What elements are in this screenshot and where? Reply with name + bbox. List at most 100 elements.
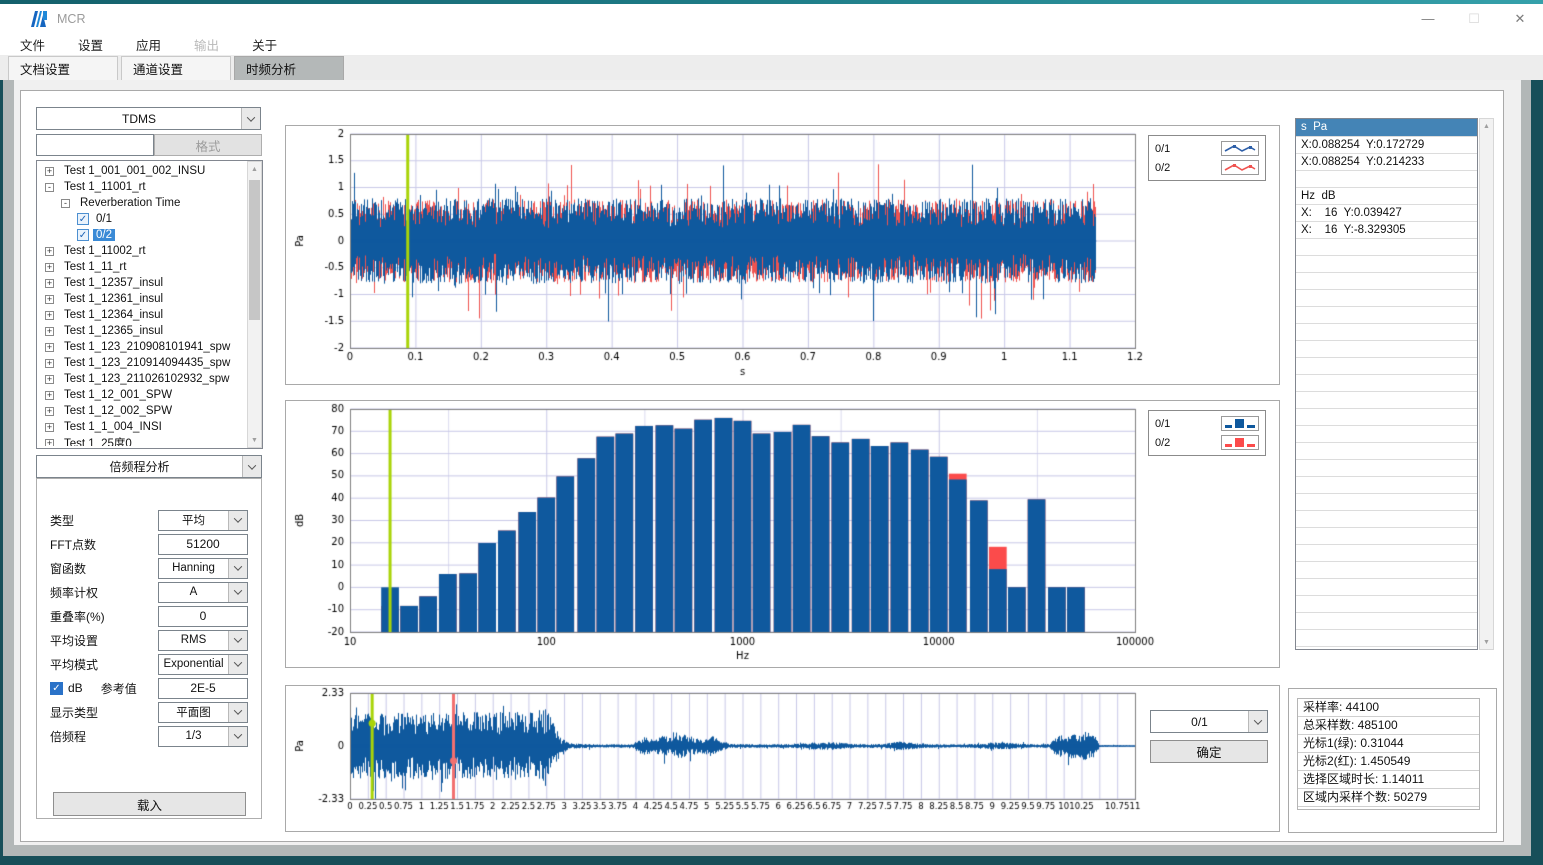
tree-expander-icon[interactable]: +	[45, 295, 54, 304]
form-select[interactable]: Exponential	[158, 654, 248, 675]
menu-item-1[interactable]: 设置	[65, 35, 116, 54]
tree-scrollbar-thumb[interactable]	[249, 180, 260, 320]
cursor-list-row[interactable]: X: 16 Y:0.039427	[1296, 205, 1477, 222]
chevron-down-icon[interactable]	[228, 631, 247, 650]
tree-expander-icon[interactable]: +	[45, 167, 54, 176]
form-select[interactable]: A	[158, 582, 248, 603]
tree-item[interactable]: +Test 1_123_210914094435_spw	[39, 355, 245, 371]
tree-expander-icon[interactable]: +	[45, 343, 54, 352]
tab-0[interactable]: 文档设置	[8, 56, 118, 80]
file-tree-rows: +Test 1_001_001_002_INSU-Test 1_11001_rt…	[39, 163, 245, 446]
selected-waveform-canvas[interactable]	[286, 126, 1279, 384]
tree-expander-icon[interactable]: -	[45, 183, 54, 192]
tree-item[interactable]: ✓0/1	[39, 211, 245, 227]
maximize-icon[interactable]: ☐	[1451, 4, 1497, 33]
chevron-down-icon[interactable]	[228, 703, 247, 722]
form-select[interactable]: RMS	[158, 630, 248, 651]
cursor-list-row[interactable]	[1296, 171, 1477, 188]
cursor-list-header[interactable]: s Pa	[1296, 119, 1477, 137]
tree-item[interactable]: +Test 1_12365_insul	[39, 323, 245, 339]
chevron-down-icon[interactable]	[228, 559, 247, 578]
chevron-down-icon[interactable]	[1248, 711, 1267, 732]
cursor-list-row[interactable]: X: 16 Y:-8.329305	[1296, 222, 1477, 239]
chevron-down-icon[interactable]	[228, 727, 247, 746]
form-input[interactable]	[158, 678, 248, 699]
legend-label: 0/2	[1155, 162, 1221, 174]
form-input[interactable]	[158, 534, 248, 555]
full-record-canvas[interactable]	[286, 686, 1279, 831]
cursor-list-row[interactable]: X:0.088254 Y:0.172729	[1296, 137, 1477, 154]
tree-expander-icon[interactable]: -	[61, 199, 70, 208]
octave-spectrum-canvas[interactable]	[286, 401, 1279, 667]
tree-item[interactable]: +Test 1_11002_rt	[39, 243, 245, 259]
tree-item[interactable]: +Test 1_25度0	[39, 435, 245, 446]
form-select[interactable]: Hanning	[158, 558, 248, 579]
chevron-down-icon[interactable]	[241, 108, 260, 129]
format-button[interactable]: 格式	[154, 134, 262, 156]
tree-expander-icon[interactable]: +	[45, 407, 54, 416]
tree-item[interactable]: +Test 1_12364_insul	[39, 307, 245, 323]
tree-expander-icon[interactable]: +	[45, 279, 54, 288]
tree-item[interactable]: +Test 1_001_001_002_INSU	[39, 163, 245, 179]
tree-expander-icon[interactable]: +	[45, 327, 54, 336]
tree-scrollbar[interactable]: ▲ ▼	[247, 161, 262, 448]
chevron-down-icon[interactable]	[228, 511, 247, 530]
tree-item[interactable]: +Test 1_12_001_SPW	[39, 387, 245, 403]
filter-input[interactable]	[36, 134, 154, 156]
form-select[interactable]: 平面图	[158, 702, 248, 723]
tree-item[interactable]: +Test 1_12_002_SPW	[39, 403, 245, 419]
channel-select[interactable]: 0/1	[1150, 710, 1268, 733]
tree-item[interactable]: -Test 1_11001_rt	[39, 179, 245, 195]
db-checkbox[interactable]: ✓	[50, 682, 63, 695]
tree-expander-icon[interactable]: +	[45, 311, 54, 320]
tree-expander-icon[interactable]: +	[45, 375, 54, 384]
checkbox-icon[interactable]: ✓	[77, 229, 89, 241]
form-label: 频率计权	[50, 584, 158, 601]
confirm-button[interactable]: 确定	[1150, 740, 1268, 763]
form-select[interactable]: 1/3	[158, 726, 248, 747]
tree-item[interactable]: + Test 1_1_004_INSI	[39, 419, 245, 435]
tree-expander-icon[interactable]: +	[45, 359, 54, 368]
cursor-list-row[interactable]: Hz dB	[1296, 188, 1477, 205]
chevron-down-icon[interactable]	[228, 583, 247, 602]
checkbox-icon[interactable]: ✓	[77, 213, 89, 225]
menu-item-2[interactable]: 应用	[123, 35, 174, 54]
menu-item-0[interactable]: 文件	[7, 35, 58, 54]
tree-item[interactable]: +Test 1_12357_insul	[39, 275, 245, 291]
chevron-down-icon[interactable]	[228, 655, 247, 674]
tree-expander-icon[interactable]: +	[45, 391, 54, 400]
tab-2[interactable]: 时频分析	[234, 56, 344, 80]
legend-row: 0/2	[1155, 433, 1259, 452]
close-icon[interactable]: ✕	[1497, 4, 1543, 33]
file-format-select[interactable]: TDMS	[36, 107, 261, 130]
tree-item-label: Test 1_11001_rt	[61, 181, 149, 193]
analysis-type-select[interactable]: 倍频程分析	[36, 455, 262, 478]
tree-expander-icon[interactable]: +	[45, 423, 54, 432]
load-button[interactable]: 载入	[53, 792, 246, 816]
tree-expander-icon[interactable]: +	[45, 247, 54, 256]
form-input[interactable]	[158, 606, 248, 627]
scroll-up-icon[interactable]: ▲	[1480, 119, 1493, 133]
menu-item-3[interactable]: 输出	[181, 35, 232, 54]
tree-item[interactable]: -Reverberation Time	[39, 195, 245, 211]
chevron-down-icon[interactable]	[242, 456, 261, 477]
scroll-down-icon[interactable]: ▼	[1480, 635, 1493, 649]
scroll-down-icon[interactable]: ▼	[248, 433, 261, 447]
tree-expander-icon[interactable]: +	[45, 263, 54, 272]
tree-expander-icon[interactable]: +	[45, 439, 54, 447]
minimize-icon[interactable]: —	[1405, 4, 1451, 33]
menu-item-4[interactable]: 关于	[239, 35, 290, 54]
cursor-list-row[interactable]: X:0.088254 Y:0.214233	[1296, 154, 1477, 171]
tree-item[interactable]: +Test 1_123_210908101941_spw	[39, 339, 245, 355]
tree-item[interactable]: +Test 1_11_rt	[39, 259, 245, 275]
tree-item[interactable]: ✓0/2	[39, 227, 245, 243]
tab-1[interactable]: 通道设置	[121, 56, 231, 80]
tree-item-label: Test 1_1_004_INSI	[61, 421, 165, 433]
cursor-list-scrollbar[interactable]: ▲ ▼	[1479, 118, 1494, 650]
analysis-settings-form: 类型平均FFT点数窗函数Hanning频率计权A重叠率(%)平均设置RMS平均模…	[50, 508, 248, 748]
tree-item[interactable]: +Test 1_12361_insul	[39, 291, 245, 307]
form-select[interactable]: 平均	[158, 510, 248, 531]
menu-bar: 文件设置应用输出关于	[0, 33, 1543, 56]
tree-item[interactable]: +Test 1_123_211026102932_spw	[39, 371, 245, 387]
scroll-up-icon[interactable]: ▲	[248, 162, 261, 176]
